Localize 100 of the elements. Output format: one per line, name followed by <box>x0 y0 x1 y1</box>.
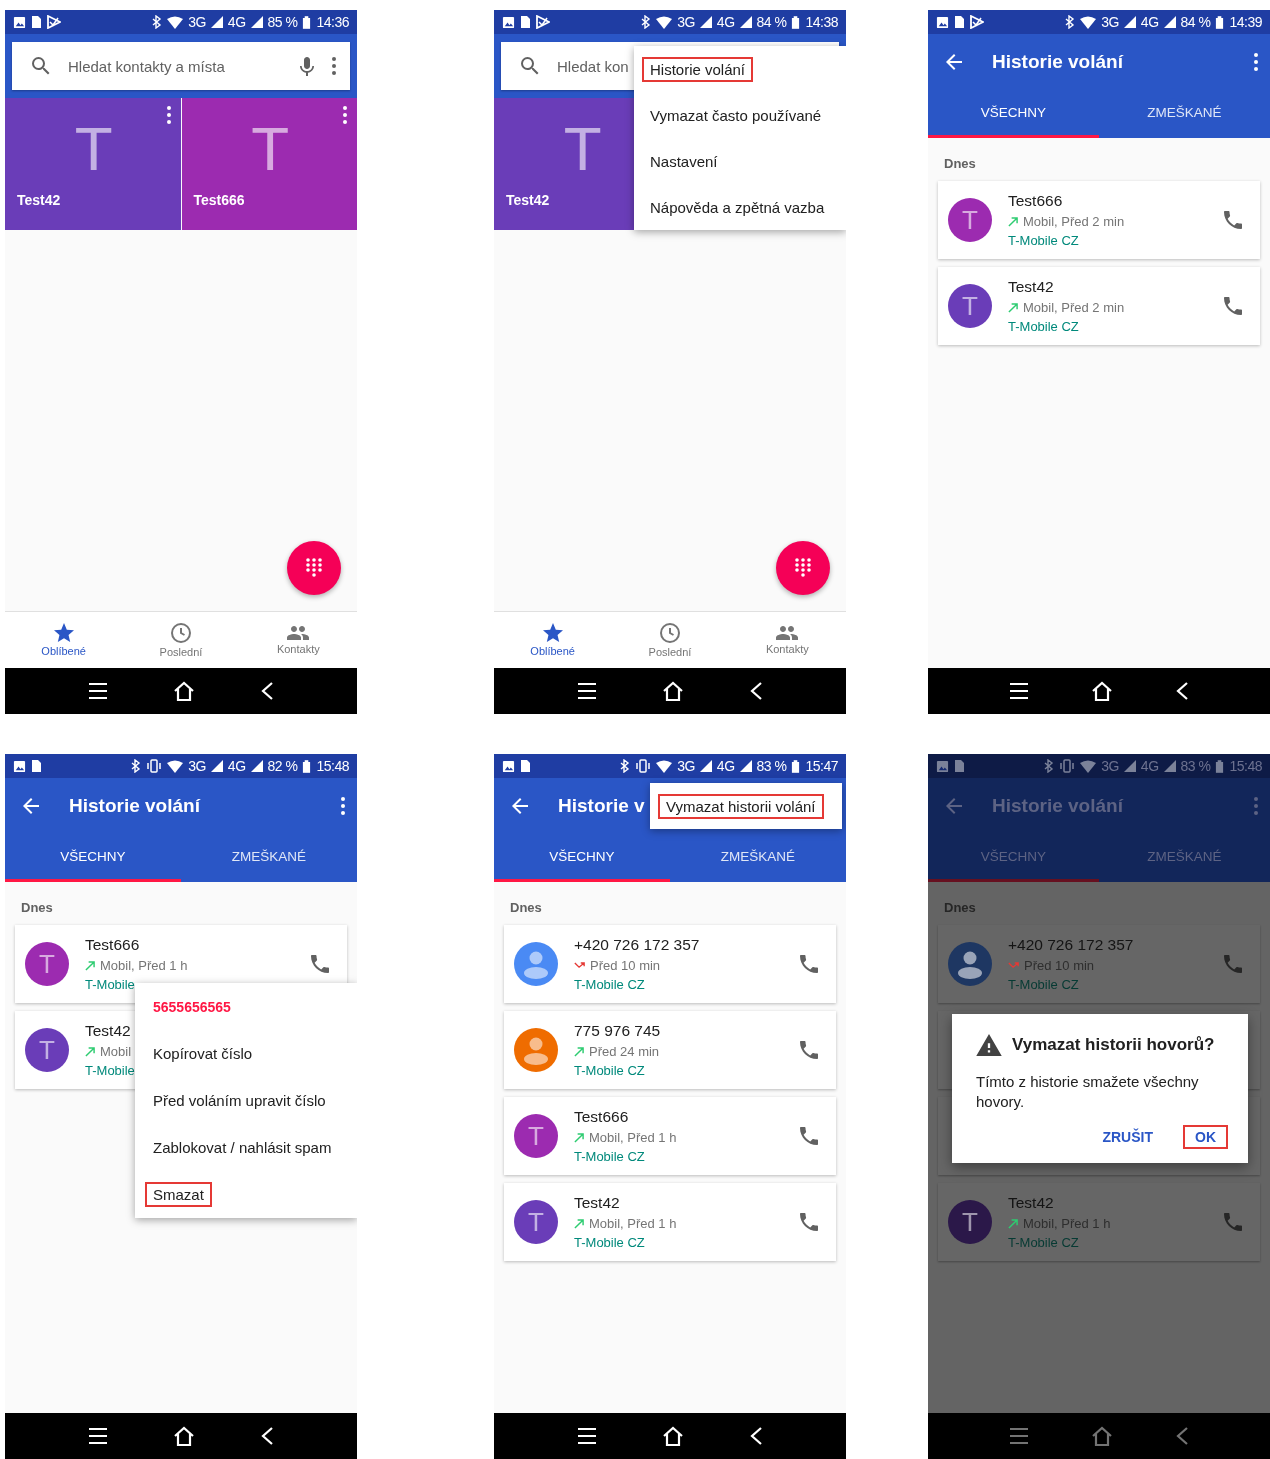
signal-icon <box>1163 760 1176 772</box>
tab[interactable]: ZMEŠKANÉ <box>1099 90 1270 138</box>
bluetooth-icon <box>1065 15 1076 29</box>
home-icon[interactable] <box>173 1426 195 1446</box>
clock-time: 14:38 <box>805 14 838 30</box>
network-label: 4G <box>1140 14 1159 30</box>
phone-icon[interactable] <box>1224 1213 1242 1231</box>
carrier-name: T-Mobile CZ <box>1008 1235 1079 1250</box>
call-entry[interactable]: T Test42 Mobil, Před 2 min T-Mobile CZ <box>938 267 1260 345</box>
contact-initial: T <box>74 118 113 180</box>
nav-tab[interactable]: Kontakty <box>763 623 811 657</box>
menu-item[interactable]: Před voláním upravit číslo <box>145 1088 334 1113</box>
call-detail: Před 24 min <box>589 1044 660 1059</box>
caller-name: Test666 <box>85 936 140 954</box>
dialpad-button[interactable] <box>776 541 830 595</box>
nav-tab[interactable]: Poslední <box>646 620 694 660</box>
wifi-icon <box>167 15 184 29</box>
call-detail: Mobil <box>100 1044 132 1059</box>
signal-icon <box>1123 760 1136 772</box>
phone-icon[interactable] <box>311 955 329 973</box>
dialog-button[interactable]: ZRUŠIT <box>1090 1125 1165 1149</box>
tab[interactable]: VŠECHNY <box>928 90 1099 138</box>
contact-name: Test666 <box>193 192 246 208</box>
phone-icon[interactable] <box>1224 955 1242 973</box>
battery-icon <box>791 759 801 773</box>
phone-icon[interactable] <box>800 1127 818 1145</box>
signal-icon <box>739 16 752 28</box>
clock-icon <box>171 622 191 643</box>
more-icon[interactable] <box>343 106 347 124</box>
phone-icon[interactable] <box>1224 297 1242 315</box>
battery-icon <box>1215 759 1225 773</box>
back-arrow-icon[interactable] <box>512 798 528 814</box>
menu-item[interactable]: Vymazat historii volání <box>658 793 824 819</box>
caller-name: +420 726 172 357 <box>1008 936 1134 954</box>
menu-icon[interactable] <box>576 1427 597 1445</box>
battery-icon <box>302 759 312 773</box>
sim-card-icon <box>520 759 531 773</box>
call-detail: Mobil, Před 1 h <box>589 1216 677 1231</box>
nav-tab[interactable]: Kontakty <box>274 623 322 657</box>
tab[interactable]: VŠECHNY <box>494 834 670 882</box>
back-arrow-icon[interactable] <box>23 798 39 814</box>
nav-tab[interactable]: Poslední <box>157 620 205 660</box>
menu-icon[interactable] <box>576 682 597 700</box>
menu-icon[interactable] <box>87 682 108 700</box>
sim-card-icon <box>31 15 42 29</box>
menu-item[interactable]: Smazat <box>145 1182 212 1207</box>
home-icon[interactable] <box>173 681 195 701</box>
call-entry[interactable]: T Test42 Mobil, Před 1 h T-Mobile CZ <box>504 1183 836 1261</box>
call-entry[interactable]: T Test666 Mobil, Před 2 min T-Mobile CZ <box>938 181 1260 259</box>
home-icon[interactable] <box>662 1426 684 1446</box>
call-entry[interactable]: 775 976 745 Před 24 min T-Mobile CZ <box>504 1011 836 1089</box>
call-entry[interactable]: T Test666 Mobil, Před 1 h T-Mobile CZ <box>504 1097 836 1175</box>
home-icon[interactable] <box>662 681 684 701</box>
phone-icon[interactable] <box>800 955 818 973</box>
phone-icon[interactable] <box>800 1041 818 1059</box>
contact-tile[interactable]: T Test666 <box>181 98 357 230</box>
call-detail: Před 10 min <box>590 958 661 973</box>
more-icon[interactable] <box>166 106 171 124</box>
phone-icon[interactable] <box>1224 211 1242 229</box>
more-icon[interactable] <box>341 797 345 815</box>
back-icon[interactable] <box>1175 681 1189 701</box>
back-arrow-icon[interactable] <box>946 54 962 70</box>
search-field[interactable]: Hledat kontakty a místa <box>12 42 350 90</box>
clock-time: 15:48 <box>316 758 349 774</box>
menu-icon[interactable] <box>87 1427 108 1445</box>
more-icon[interactable] <box>1254 53 1258 71</box>
network-label: 4G <box>1140 758 1159 774</box>
call-entry[interactable]: +420 726 172 357 Před 10 min T-Mobile CZ <box>504 925 836 1003</box>
menu-item[interactable]: Historie volání <box>642 56 754 82</box>
phone-icon[interactable] <box>800 1213 818 1231</box>
tab[interactable]: ZMEŠKANÉ <box>670 834 846 882</box>
warning-icon <box>976 1034 1002 1056</box>
dialog-button[interactable]: OK <box>1183 1125 1228 1149</box>
back-icon[interactable] <box>260 681 275 701</box>
section-header: Dnes <box>944 156 976 171</box>
back-icon[interactable] <box>749 681 764 701</box>
dialpad-button[interactable] <box>287 541 341 595</box>
microphone-icon[interactable] <box>300 56 314 76</box>
contact-tile[interactable]: T Test42 <box>5 98 181 230</box>
back-icon[interactable] <box>749 1426 764 1446</box>
nav-tab[interactable]: Oblíbené <box>528 621 577 659</box>
wifi-icon <box>656 15 673 29</box>
menu-item[interactable]: Zablokovat / nahlásit spam <box>145 1135 340 1160</box>
nav-tab[interactable]: Oblíbené <box>39 621 88 659</box>
network-label: 4G <box>227 758 246 774</box>
back-icon[interactable] <box>260 1426 275 1446</box>
arrow-icon <box>574 1132 584 1143</box>
menu-icon[interactable] <box>1009 682 1029 700</box>
more-icon[interactable] <box>332 57 336 75</box>
home-icon[interactable] <box>1091 681 1113 701</box>
menu-item[interactable]: Kopírovat číslo <box>145 1041 261 1066</box>
carrier-name: T-Mobile CZ <box>1008 319 1079 334</box>
screen-title: Historie volání <box>69 795 200 817</box>
tab[interactable]: VŠECHNY <box>5 834 181 882</box>
carrier-name: T-Mobile <box>85 977 135 992</box>
sim-card-icon <box>954 15 965 29</box>
tab[interactable]: ZMEŠKANÉ <box>181 834 357 882</box>
network-label: 4G <box>716 758 735 774</box>
sim-card-icon <box>954 759 965 773</box>
battery-percent: 85 % <box>267 14 298 30</box>
